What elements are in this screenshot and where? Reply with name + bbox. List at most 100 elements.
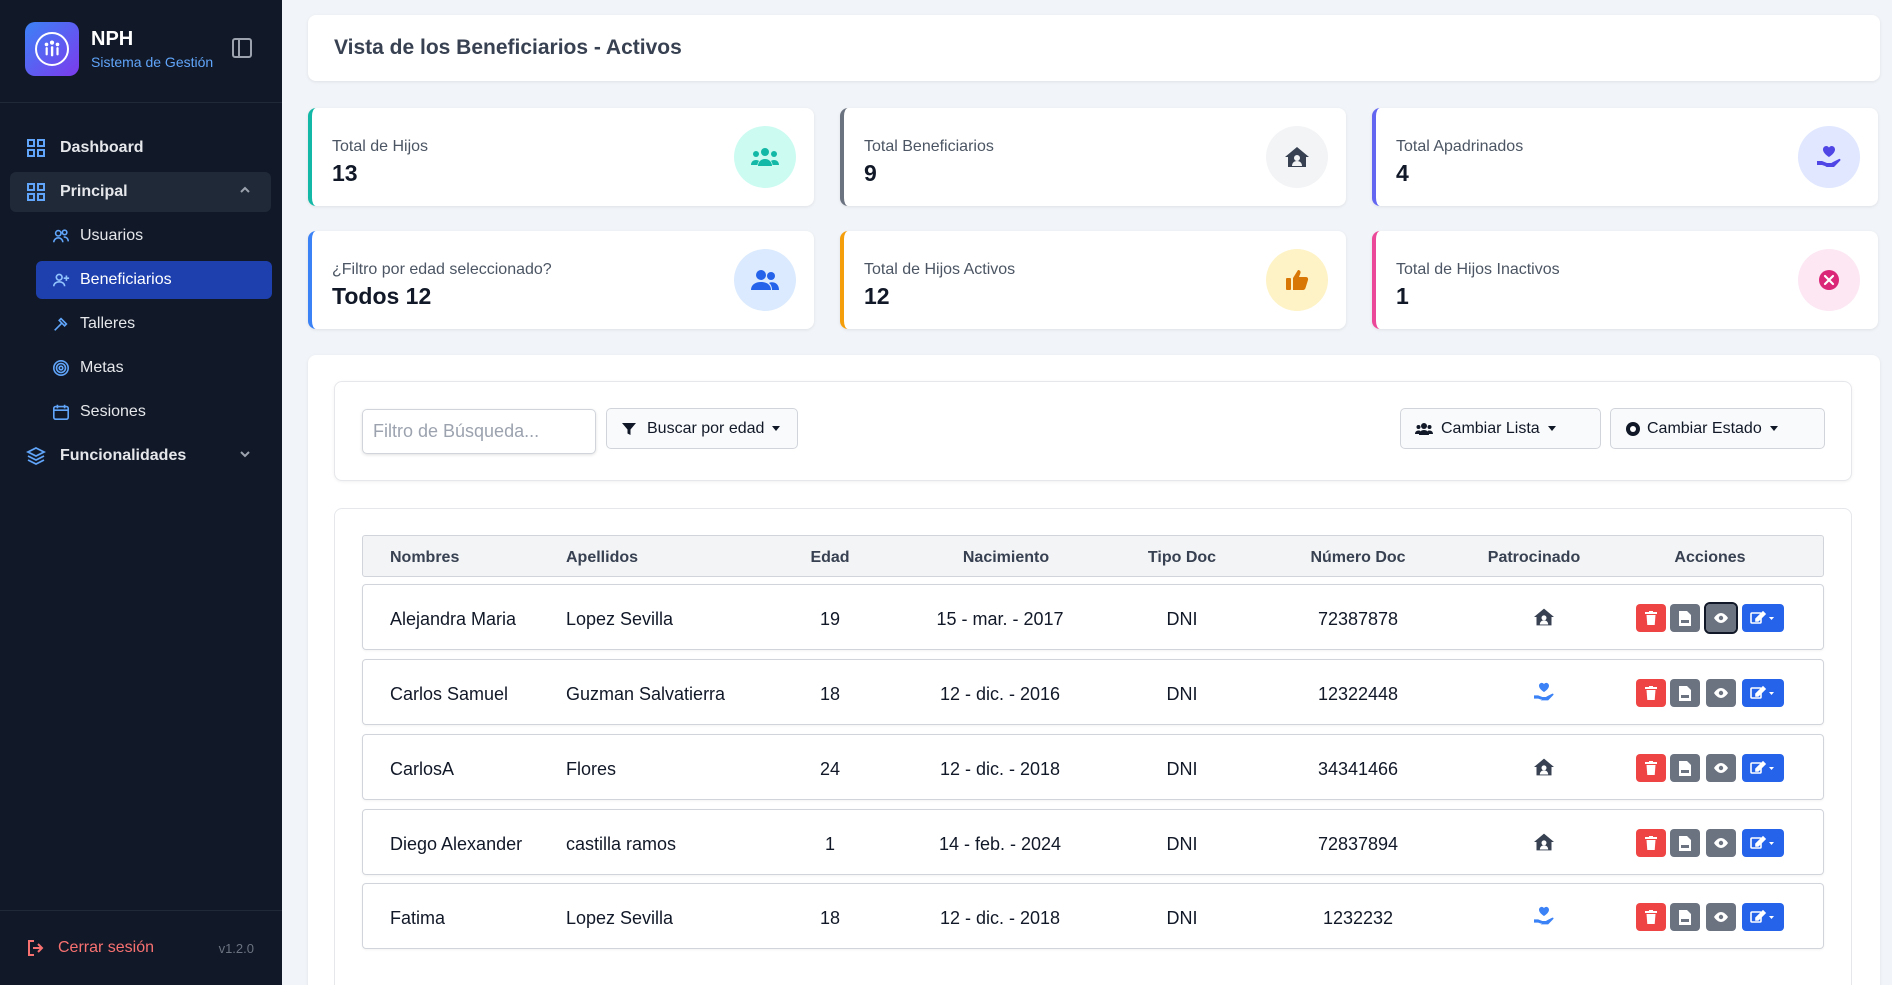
stat-label: Total de Hijos Inactivos: [1396, 261, 1560, 278]
delete-button[interactable]: [1636, 679, 1666, 707]
change-list-label: Cambiar Lista: [1441, 419, 1540, 437]
stat-card-total-beneficiarios: Total Beneficiarios 9: [840, 108, 1346, 206]
delete-button[interactable]: [1636, 829, 1666, 857]
cell-nacimiento: 15 - mar. - 2017: [936, 609, 1064, 629]
sidebar-item-sesiones[interactable]: Sesiones: [36, 393, 272, 431]
layers-icon: [26, 446, 46, 466]
cell-apellidos: castilla ramos: [566, 834, 677, 854]
edit-dropdown-button[interactable]: [1742, 829, 1784, 857]
cell-edad: 18: [819, 908, 841, 928]
eye-icon: [1714, 912, 1728, 922]
stat-card-hijos-inactivos: Total de Hijos Inactivos 1: [1372, 231, 1878, 329]
stat-value: 1: [1396, 283, 1409, 309]
table-row[interactable]: Carlos Samuel Guzman Salvatierra 18 12 -…: [362, 659, 1824, 725]
cell-apellidos: Lopez Sevilla: [566, 908, 674, 928]
sidebar-item-dashboard[interactable]: Dashboard: [10, 128, 271, 168]
table-row[interactable]: Alejandra Maria Lopez Sevilla 19 15 - ma…: [362, 584, 1824, 650]
view-button[interactable]: [1706, 903, 1736, 931]
column-header-nombres[interactable]: Nombres: [390, 549, 459, 567]
user-plus-icon: [52, 271, 70, 289]
pdf-button[interactable]: [1670, 903, 1700, 931]
stat-card-total-apadrinados: Total Apadrinados 4: [1372, 108, 1878, 206]
users-icon: [52, 227, 70, 245]
delete-button[interactable]: [1636, 604, 1666, 632]
sidebar-item-talleres[interactable]: Talleres: [36, 305, 272, 343]
trash-icon: [1645, 836, 1657, 850]
column-header-acciones: Acciones: [1674, 549, 1746, 566]
chevron-up-icon: [239, 184, 251, 199]
cell-tipo-doc: DNI: [1166, 609, 1198, 629]
grid-icon: [26, 138, 46, 158]
user-group-icon: [734, 249, 796, 311]
view-button[interactable]: [1706, 679, 1736, 707]
edit-dropdown-button[interactable]: [1742, 754, 1784, 782]
sidebar-item-funcionalidades[interactable]: Funcionalidades: [10, 436, 271, 476]
cell-nombres: Fatima: [390, 908, 446, 928]
change-list-button[interactable]: Cambiar Lista: [1400, 408, 1601, 449]
pdf-button[interactable]: [1670, 754, 1700, 782]
edit-icon: [1750, 836, 1774, 849]
edit-dropdown-button[interactable]: [1742, 903, 1784, 931]
users-icon: [1415, 422, 1433, 436]
cell-nacimiento: 14 - feb. - 2024: [938, 834, 1062, 854]
chevron-down-icon: [239, 448, 251, 463]
cell-nombres: CarlosA: [390, 759, 455, 779]
view-button[interactable]: [1704, 602, 1738, 634]
stat-label: ¿Filtro por edad seleccionado?: [332, 261, 552, 278]
view-button[interactable]: [1706, 754, 1736, 782]
toggle-circle-icon: [1625, 421, 1641, 437]
age-filter-button[interactable]: Buscar por edad: [606, 408, 798, 449]
brand[interactable]: NPH Sistema de Gestión: [25, 22, 213, 76]
search-input[interactable]: [362, 409, 596, 454]
column-header-edad[interactable]: Edad: [810, 549, 849, 567]
cell-tipo-doc: DNI: [1166, 684, 1198, 704]
sidebar: NPH Sistema de Gestión Dashboard Princip…: [0, 0, 282, 985]
eye-icon: [1714, 838, 1728, 848]
pdf-button[interactable]: [1670, 604, 1700, 632]
delete-button[interactable]: [1636, 903, 1666, 931]
column-header-apellidos[interactable]: Apellidos: [566, 549, 638, 567]
sidebar-item-metas[interactable]: Metas: [36, 349, 272, 387]
sidebar-item-label: Funcionalidades: [60, 447, 187, 464]
table-row[interactable]: Diego Alexander castilla ramos 1 14 - fe…: [362, 809, 1824, 875]
column-header-numero-doc[interactable]: Número Doc: [1310, 549, 1405, 567]
logout-icon: [26, 938, 46, 958]
sidebar-item-beneficiarios[interactable]: Beneficiarios: [36, 261, 272, 299]
trash-icon: [1645, 686, 1657, 700]
file-pdf-icon: [1679, 835, 1691, 851]
edit-dropdown-button[interactable]: [1742, 679, 1784, 707]
page-title: Vista de los Beneficiarios - Activos: [334, 36, 682, 59]
table-row[interactable]: Fatima Lopez Sevilla 18 12 - dic. - 2018…: [362, 883, 1824, 949]
brand-title: NPH: [91, 28, 134, 50]
brand-subtitle: Sistema de Gestión: [91, 54, 214, 70]
cell-numero-doc: 12322448: [1317, 684, 1399, 704]
change-state-button[interactable]: Cambiar Estado: [1610, 408, 1825, 449]
sidebar-item-principal[interactable]: Principal: [10, 172, 271, 212]
filter-icon: [621, 421, 637, 437]
home-icon: [1532, 832, 1556, 852]
edit-dropdown-button[interactable]: [1742, 604, 1784, 632]
hand-heart-icon: [1532, 906, 1556, 926]
stat-value: 9: [864, 160, 877, 186]
column-header-tipo-doc[interactable]: Tipo Doc: [1148, 549, 1216, 567]
eye-icon: [1714, 763, 1728, 773]
sidebar-item-label: Usuarios: [80, 227, 144, 244]
delete-button[interactable]: [1636, 754, 1666, 782]
sidebar-collapse-icon[interactable]: [232, 38, 252, 58]
thumbs-up-icon: [1266, 249, 1328, 311]
calendar-icon: [52, 403, 70, 421]
column-header-patrocinado[interactable]: Patrocinado: [1488, 549, 1580, 567]
eye-icon: [1714, 688, 1728, 698]
pdf-button[interactable]: [1670, 679, 1700, 707]
cell-tipo-doc: DNI: [1166, 834, 1198, 854]
target-icon: [52, 359, 70, 377]
view-button[interactable]: [1706, 829, 1736, 857]
sidebar-item-usuarios[interactable]: Usuarios: [36, 217, 272, 255]
logout-button[interactable]: Cerrar sesión: [26, 938, 154, 958]
pdf-button[interactable]: [1670, 829, 1700, 857]
file-pdf-icon: [1679, 610, 1691, 626]
table-row[interactable]: CarlosA Flores 24 12 - dic. - 2018 DNI 3…: [362, 734, 1824, 800]
home-icon: [1266, 126, 1328, 188]
cell-nombres: Carlos Samuel: [390, 684, 509, 704]
column-header-nacimiento[interactable]: Nacimiento: [963, 549, 1049, 567]
